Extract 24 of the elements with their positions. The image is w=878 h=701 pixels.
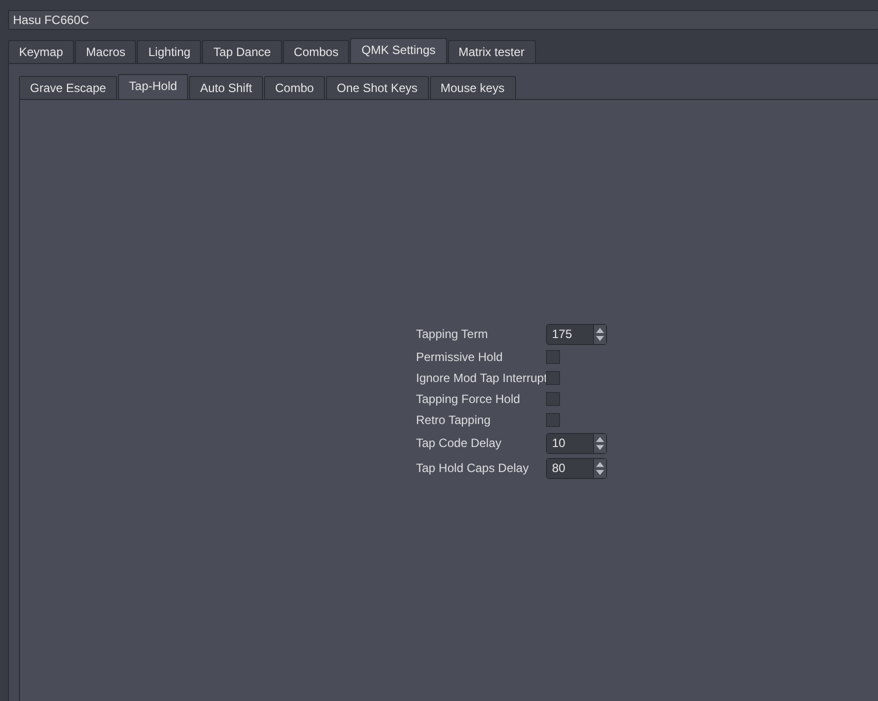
tab[interactable]: Auto Shift [189,76,264,99]
tab[interactable]: Tap-Hold [118,74,188,99]
tab[interactable]: One Shot Keys [326,76,429,99]
tab[interactable]: Lighting [137,40,202,63]
setting-label: Tapping Term [416,327,489,341]
tab[interactable]: Macros [75,40,136,63]
number-field[interactable]: 175 [546,324,607,344]
setting-label: Permissive Hold [416,350,504,364]
setting-label: Tap Code Delay [416,436,502,450]
tab[interactable]: Combo [264,76,325,99]
setting-label: Retro Tapping [416,413,492,427]
tab[interactable]: QMK Settings [350,38,447,63]
tab[interactable]: Combos [282,40,350,63]
setting-label: Tapping Force Hold [416,392,522,406]
tab[interactable]: Tap Dance [202,40,282,63]
tab[interactable]: Keymap [8,40,74,63]
device-dropdown[interactable]: Hasu FC660C [8,10,878,30]
number-field[interactable]: 80 [546,458,607,478]
setting-label: Ignore Mod Tap Interrupt [416,371,546,385]
setting-label: Tap Hold Caps Delay [416,461,530,475]
tab[interactable]: Grave Escape [19,76,118,99]
tab[interactable]: Mouse keys [430,76,516,99]
tab[interactable]: Matrix tester [448,40,536,63]
number-field[interactable]: 10 [546,432,607,454]
